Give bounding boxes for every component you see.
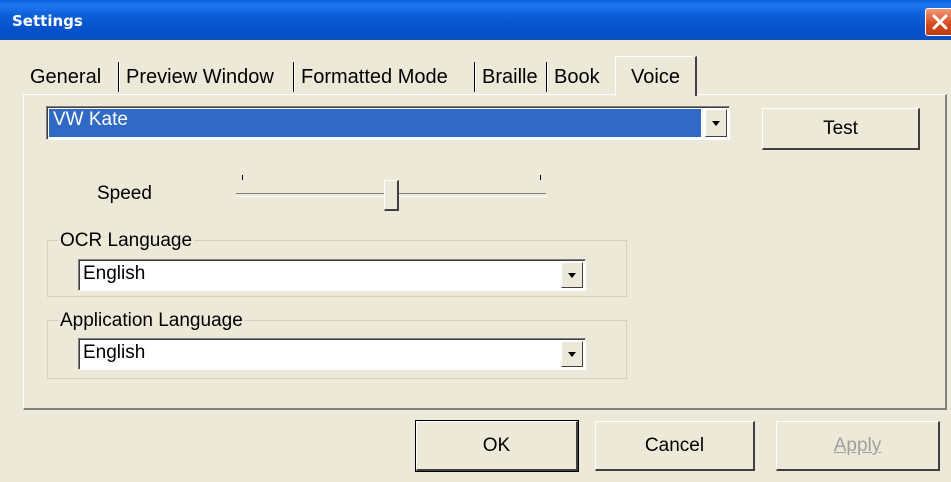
slider-tick	[242, 175, 243, 180]
tab-separator	[474, 62, 476, 92]
ocr-language-value: English	[83, 263, 146, 284]
apply-button-label: Apply	[833, 435, 882, 456]
apply-button[interactable]: Apply	[776, 421, 940, 471]
ocr-dropdown-button[interactable]	[561, 262, 583, 288]
ocr-language-select[interactable]: English	[78, 259, 586, 291]
speed-label: Speed	[97, 183, 152, 204]
application-language-value: English	[83, 342, 146, 363]
settings-dialog: Settings General Preview Window Formatte…	[0, 0, 951, 482]
voice-select[interactable]: VW Kate	[46, 106, 730, 140]
tab-separator	[293, 62, 295, 92]
tab-voice[interactable]: Voice	[615, 56, 697, 96]
tab-braille[interactable]: Braille	[482, 60, 538, 94]
tab-separator	[118, 62, 120, 92]
tab-book[interactable]: Book	[554, 60, 600, 94]
application-language-select[interactable]: English	[78, 338, 586, 370]
speed-slider-thumb[interactable]	[384, 180, 399, 211]
tab-formatted-mode[interactable]: Formatted Mode	[301, 60, 448, 94]
cancel-button[interactable]: Cancel	[595, 421, 755, 471]
title-bar[interactable]: Settings	[0, 0, 951, 40]
application-language-label: Application Language	[58, 310, 245, 332]
ok-button[interactable]: OK	[415, 420, 579, 472]
chevron-down-icon	[568, 273, 576, 278]
application-dropdown-button[interactable]	[561, 341, 583, 367]
window-title: Settings	[12, 12, 83, 30]
voice-select-value: VW Kate	[53, 109, 128, 130]
voice-select-highlight	[49, 109, 701, 137]
chevron-down-icon	[568, 352, 576, 357]
slider-tick	[540, 175, 541, 180]
ocr-language-label: OCR Language	[58, 230, 195, 252]
close-button[interactable]	[925, 8, 951, 36]
test-button[interactable]: Test	[762, 108, 920, 150]
close-icon	[932, 14, 948, 30]
chevron-down-icon	[712, 121, 720, 126]
tab-preview-window[interactable]: Preview Window	[126, 60, 274, 94]
voice-dropdown-button[interactable]	[705, 109, 727, 137]
tab-separator	[546, 62, 548, 92]
tab-general[interactable]: General	[30, 60, 101, 94]
